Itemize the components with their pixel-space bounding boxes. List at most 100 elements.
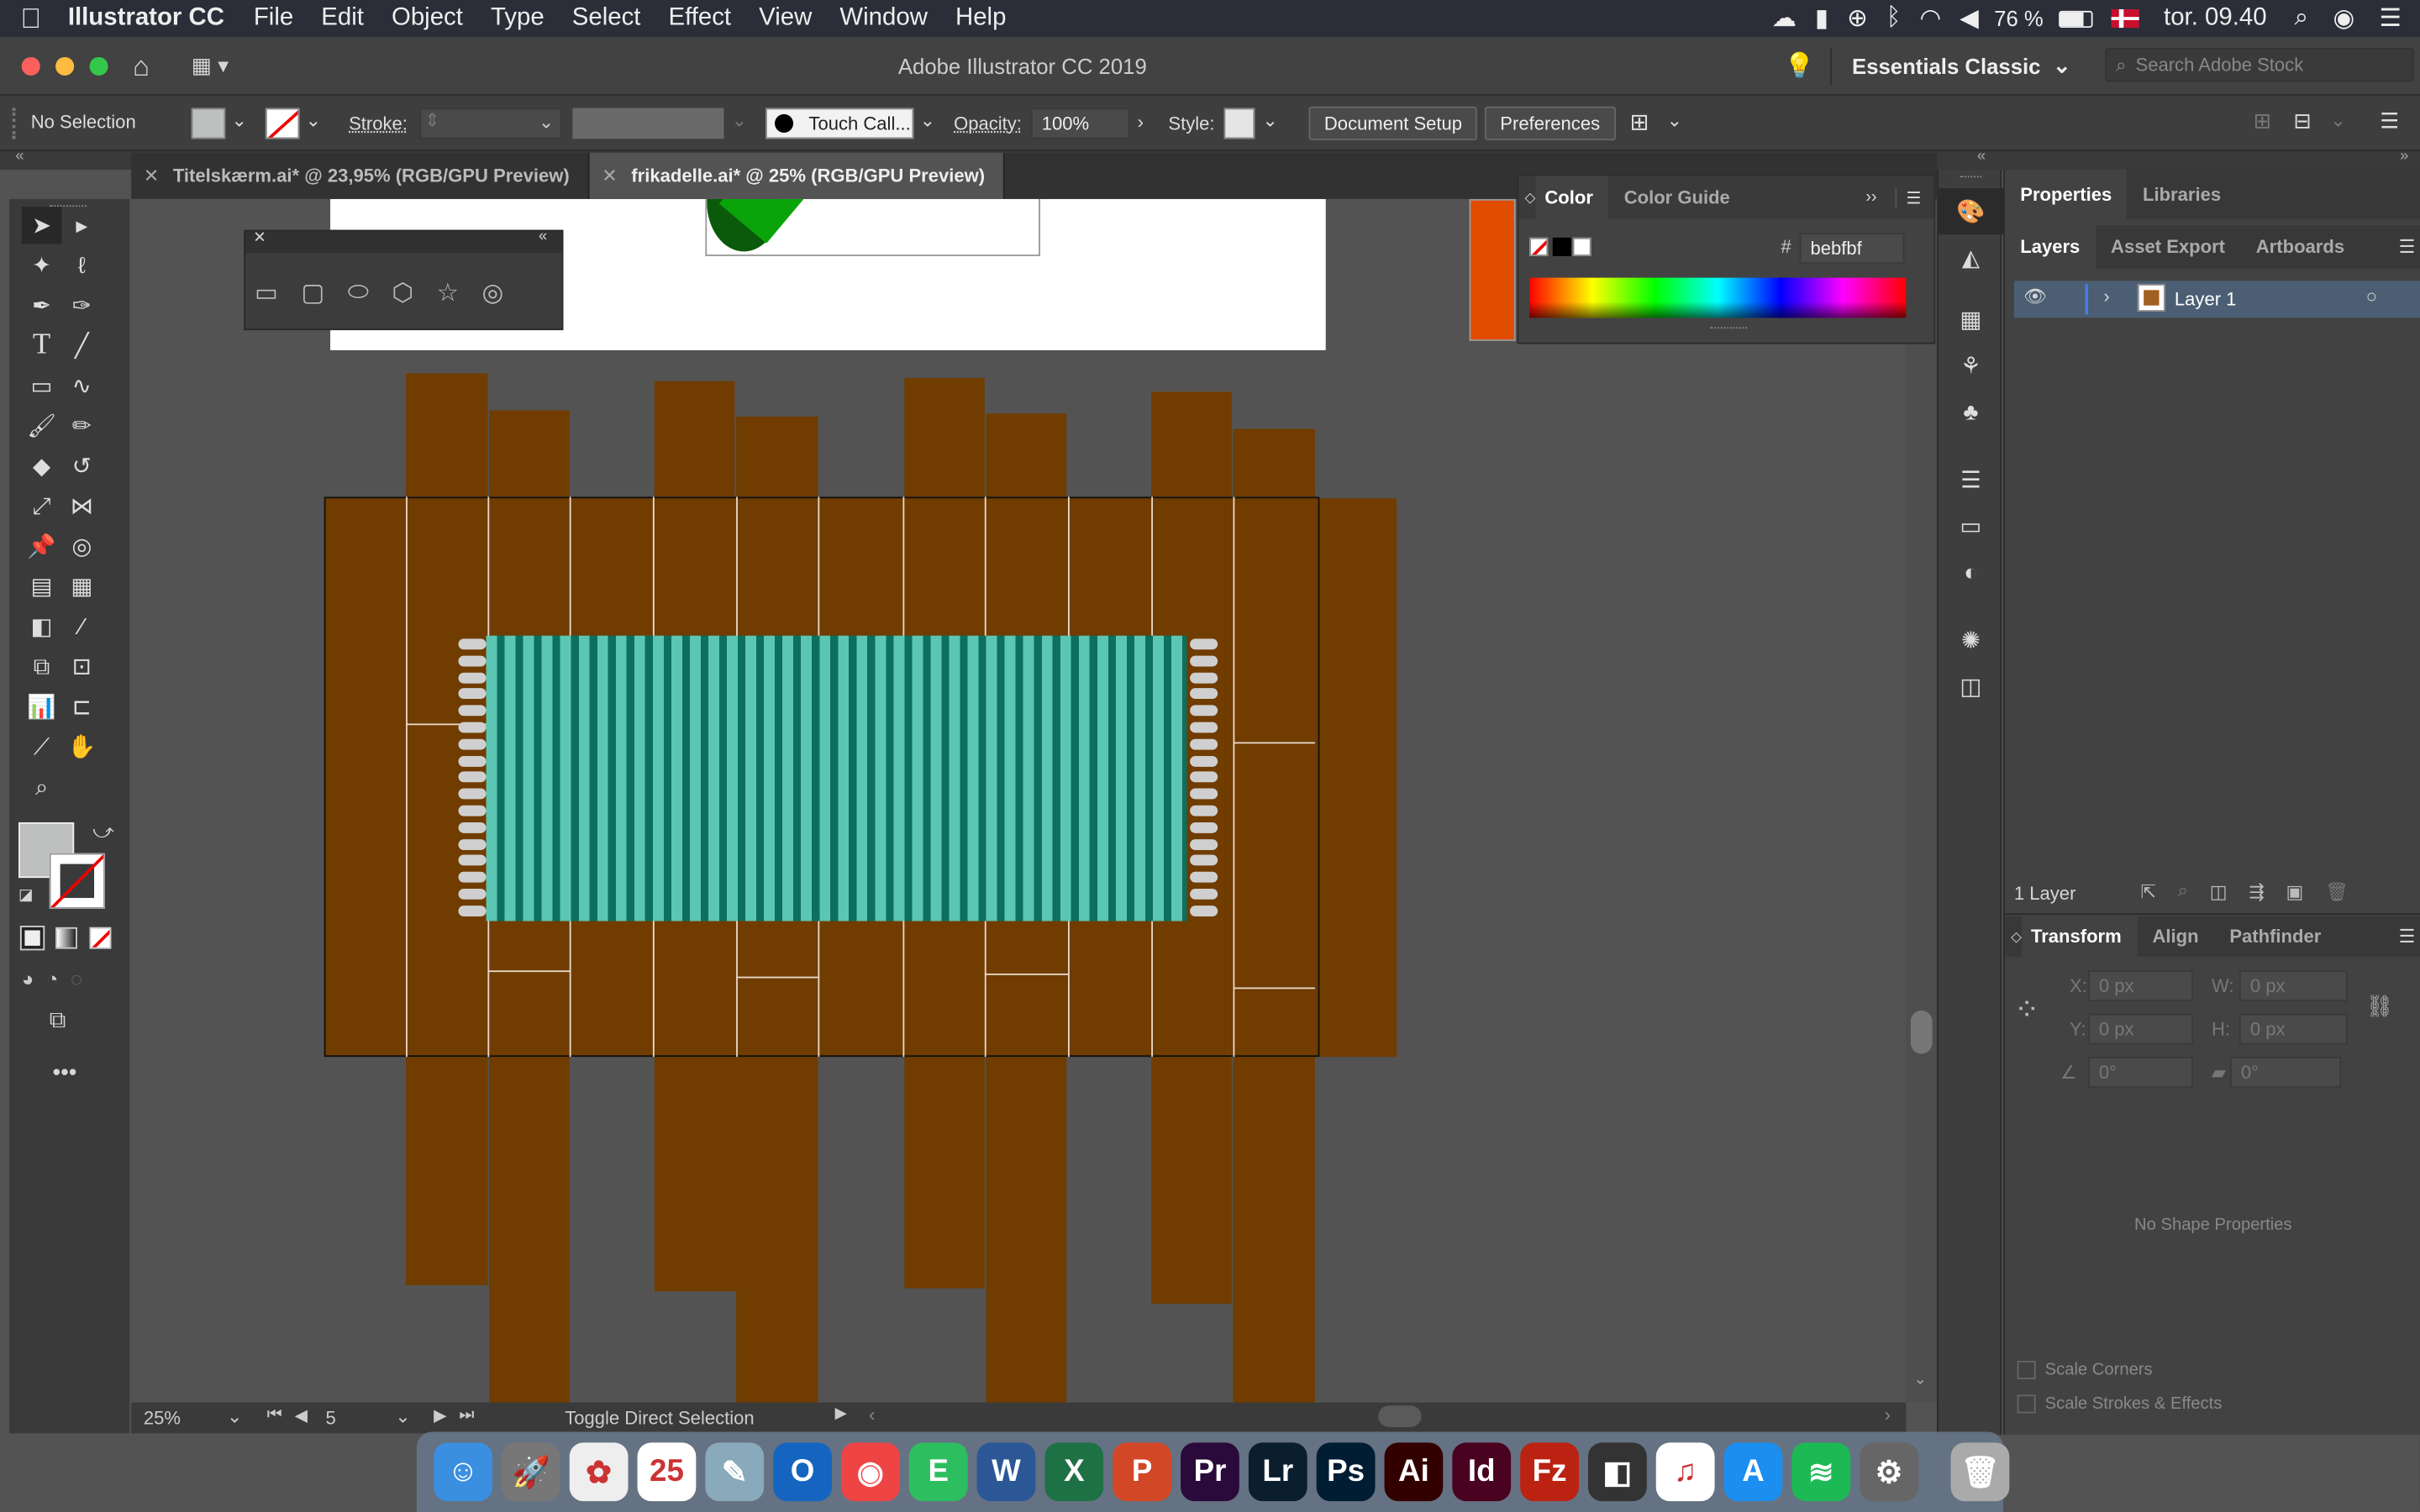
rectangle-tool-icon[interactable]: ▭: [22, 367, 62, 404]
scroll-right-icon[interactable]: ›: [1885, 1404, 1891, 1425]
previous-artboard-icon[interactable]: ◀: [295, 1405, 308, 1425]
slice-tool-icon[interactable]: ⟋: [22, 728, 62, 765]
illustrator-icon[interactable]: Ai: [1384, 1442, 1444, 1502]
first-artboard-icon[interactable]: ⏮: [267, 1405, 282, 1425]
chevron-down-icon[interactable]: ⌄: [920, 109, 935, 131]
accessibility-icon[interactable]: ⊕: [1847, 3, 1868, 34]
eraser-tool-icon[interactable]: ◆: [22, 448, 62, 485]
gradient-mode-icon[interactable]: [55, 927, 77, 949]
curvature-tool-icon[interactable]: ✑: [61, 287, 102, 324]
fill-swatch[interactable]: [191, 108, 226, 139]
chevron-down-icon[interactable]: ⌄: [232, 109, 247, 131]
tab-properties[interactable]: Properties: [2004, 170, 2128, 219]
menu-select[interactable]: Select: [558, 5, 655, 33]
perspective-grid-tool-icon[interactable]: ▤: [22, 568, 62, 605]
flare-tool-icon[interactable]: ◎: [481, 278, 503, 309]
magic-wand-tool-icon[interactable]: ✦: [22, 247, 62, 284]
ellipse-tool-icon[interactable]: ⬭: [348, 279, 369, 307]
type-tool-icon[interactable]: T: [22, 327, 62, 364]
lightroom-icon[interactable]: Lr: [1248, 1442, 1307, 1502]
lightbulb-icon[interactable]: 💡: [1784, 51, 1815, 82]
pen-tool-icon[interactable]: ✒: [22, 287, 62, 324]
expand-icon[interactable]: »: [2400, 148, 2408, 165]
swatches-icon[interactable]: ▦: [1939, 297, 2003, 343]
white-swatch[interactable]: [1572, 237, 1591, 256]
brushes-icon[interactable]: ⚘: [1939, 343, 2003, 389]
photoshop-icon[interactable]: Ps: [1316, 1442, 1376, 1502]
panel-menu-icon[interactable]: ☰: [1895, 187, 1922, 208]
chevron-down-icon[interactable]: ⌄: [395, 1405, 410, 1427]
scroll-left-icon[interactable]: ‹: [869, 1404, 875, 1425]
locate-object-icon[interactable]: ⌕: [2178, 879, 2188, 903]
layer-row[interactable]: 👁 › Layer 1 ○: [2013, 281, 2420, 318]
chevron-down-icon[interactable]: ⌄: [1262, 109, 1277, 131]
menu-edit[interactable]: Edit: [308, 5, 378, 33]
wifi-icon[interactable]: ◠: [1919, 3, 1941, 34]
paintbrush-tool-icon[interactable]: 🖌: [22, 407, 62, 444]
bluetooth-icon[interactable]: ᛒ: [1886, 5, 1902, 33]
calendar-icon[interactable]: 25: [637, 1442, 697, 1502]
striped-rug[interactable]: [486, 635, 1187, 921]
color-spectrum[interactable]: [1529, 277, 1907, 318]
width-tool-icon[interactable]: ⋈: [61, 487, 102, 524]
stroke-icon[interactable]: ☰: [1939, 457, 2003, 503]
y-field[interactable]: 0 px: [2088, 1013, 2193, 1045]
gradient-icon[interactable]: ▭: [1939, 503, 2003, 549]
creative-cloud-icon[interactable]: ☁: [1771, 3, 1796, 34]
transform-icon[interactable]: ⊟: [2293, 108, 2312, 134]
rotate-field[interactable]: 0°: [2088, 1057, 2193, 1088]
tab-pathfinder[interactable]: Pathfinder: [2214, 926, 2337, 948]
close-icon[interactable]: ✕: [253, 230, 266, 247]
chevron-down-icon[interactable]: ⌄: [227, 1405, 242, 1427]
document-setup-button[interactable]: Document Setup: [1308, 106, 1478, 141]
none-swatch[interactable]: [1529, 237, 1549, 256]
h-field[interactable]: 0 px: [2239, 1013, 2348, 1045]
stepper-icon[interactable]: ⇕: [424, 109, 439, 131]
launchpad-icon[interactable]: 🚀: [501, 1442, 560, 1502]
x-field[interactable]: 0 px: [2088, 970, 2193, 1002]
menu-object[interactable]: Object: [377, 5, 476, 33]
reference-point-icon[interactable]: ⁘: [2014, 990, 2040, 1029]
swap-colors-icon[interactable]: ⤻: [92, 819, 114, 843]
word-icon[interactable]: W: [976, 1442, 1036, 1502]
notification-center-icon[interactable]: ☰: [2380, 3, 2402, 34]
export-icon[interactable]: ⇱: [2141, 880, 2156, 902]
scale-corners-option[interactable]: Scale Corners: [2017, 1360, 2153, 1380]
tab-titelskaerm[interactable]: ✕ Titelskærm.ai* @ 23,95% (RGB/GPU Previe…: [131, 152, 590, 199]
photos-icon[interactable]: ✿: [569, 1442, 629, 1502]
finder-icon[interactable]: ☺: [434, 1442, 492, 1502]
clock[interactable]: tor. 09.40: [2164, 5, 2267, 33]
resize-handle[interactable]: [1710, 327, 1748, 330]
selection-tool-icon[interactable]: ➤: [21, 207, 62, 244]
collapse-left-icon[interactable]: «: [15, 148, 24, 165]
preferences-button[interactable]: Preferences: [1484, 106, 1616, 141]
workspace-switcher[interactable]: Essentials Classic ⌄: [1852, 52, 2071, 78]
rounded-rectangle-tool-icon[interactable]: ▢: [301, 278, 324, 309]
panel-menu-icon[interactable]: ☰: [2399, 926, 2416, 948]
spotlight-icon[interactable]: ⌕: [2295, 5, 2308, 33]
grip-handle[interactable]: [12, 108, 18, 139]
excel-icon[interactable]: X: [1044, 1442, 1104, 1502]
tab-frikadelle[interactable]: ✕ frikadelle.ai* @ 25% (RGB/GPU Preview): [589, 152, 1006, 199]
none-mode-icon[interactable]: [89, 927, 112, 949]
tab-libraries[interactable]: Libraries: [2128, 184, 2237, 206]
pencil-tool-icon[interactable]: ✏: [61, 407, 102, 444]
clipping-mask-icon[interactable]: ◫: [2210, 880, 2228, 902]
menu-help[interactable]: Help: [941, 5, 1019, 33]
chevron-down-icon[interactable]: ⌄: [306, 109, 321, 131]
collapse-icon[interactable]: «: [539, 228, 547, 245]
evernote-icon[interactable]: E: [908, 1442, 968, 1502]
system-preferences-icon[interactable]: ⚙: [1860, 1442, 1919, 1502]
menu-file[interactable]: File: [239, 5, 307, 33]
close-tab-icon[interactable]: ✕: [602, 165, 617, 187]
filezilla-icon[interactable]: Fz: [1520, 1442, 1579, 1502]
line-tool-icon[interactable]: ╱: [61, 327, 102, 364]
panel-menu-icon[interactable]: ☰: [2399, 236, 2416, 258]
tab-asset-export[interactable]: Asset Export: [2096, 236, 2241, 258]
checkbox[interactable]: [2017, 1394, 2036, 1414]
scale-tool-icon[interactable]: ⤢: [22, 487, 62, 524]
tab-transform[interactable]: Transform: [2021, 916, 2138, 957]
star-tool-icon[interactable]: ☆: [437, 278, 459, 309]
color-mode-icon[interactable]: [19, 926, 45, 951]
panel-drag-icon[interactable]: ◇: [1525, 189, 1536, 206]
